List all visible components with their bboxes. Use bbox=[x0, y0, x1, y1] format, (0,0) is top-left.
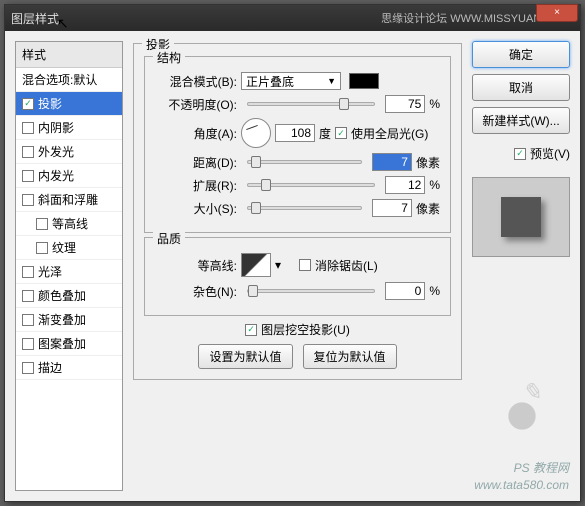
style-label: 颜色叠加 bbox=[38, 287, 86, 304]
style-item-12[interactable]: 描边 bbox=[16, 356, 122, 380]
style-item-3[interactable]: 外发光 bbox=[16, 140, 122, 164]
size-value[interactable]: 7 bbox=[372, 199, 412, 217]
style-checkbox[interactable] bbox=[22, 146, 34, 158]
structure-title: 结构 bbox=[153, 49, 185, 66]
style-checkbox[interactable]: ✓ bbox=[22, 98, 34, 110]
style-checkbox[interactable] bbox=[22, 170, 34, 182]
global-light-label: 使用全局光(G) bbox=[351, 125, 428, 142]
style-checkbox[interactable] bbox=[36, 242, 48, 254]
angle-value[interactable]: 108 bbox=[275, 124, 315, 142]
noise-label: 杂色(N): bbox=[155, 283, 237, 300]
style-label: 斜面和浮雕 bbox=[38, 191, 98, 208]
style-item-10[interactable]: 渐变叠加 bbox=[16, 308, 122, 332]
angle-dial[interactable] bbox=[241, 118, 271, 148]
distance-value[interactable]: 7 bbox=[372, 153, 412, 171]
quality-title: 品质 bbox=[153, 230, 185, 247]
opacity-label: 不透明度(O): bbox=[155, 96, 237, 113]
style-item-1[interactable]: ✓ 投影 bbox=[16, 92, 122, 116]
style-checkbox[interactable] bbox=[22, 266, 34, 278]
window-title: 图层样式 bbox=[11, 10, 381, 27]
size-slider[interactable] bbox=[247, 206, 362, 210]
blend-mode-combo[interactable]: 正片叠底▼ bbox=[241, 72, 341, 90]
contour-picker[interactable] bbox=[241, 253, 271, 277]
styles-list: 样式 混合选项:默认 ✓ 投影内阴影外发光内发光斜面和浮雕等高线纹理光泽颜色叠加渐变… bbox=[15, 41, 123, 491]
preview-label: 预览(V) bbox=[530, 145, 570, 162]
style-checkbox[interactable] bbox=[22, 194, 34, 206]
chevron-down-icon[interactable]: ▾ bbox=[275, 258, 281, 272]
opacity-slider[interactable] bbox=[247, 102, 375, 106]
blend-label: 混合模式(B): bbox=[155, 73, 237, 90]
antialias-label: 消除锯齿(L) bbox=[315, 257, 378, 274]
style-label: 图案叠加 bbox=[38, 335, 86, 352]
style-item-9[interactable]: 颜色叠加 bbox=[16, 284, 122, 308]
style-checkbox[interactable] bbox=[22, 290, 34, 302]
close-button[interactable]: × bbox=[536, 4, 578, 22]
distance-slider[interactable] bbox=[247, 160, 362, 164]
watermark: ✎ PS 教程网 www.tata580.com bbox=[474, 376, 569, 494]
preview-area bbox=[472, 177, 570, 257]
global-light-checkbox[interactable]: ✓ bbox=[335, 127, 347, 139]
opacity-value[interactable]: 75 bbox=[385, 95, 425, 113]
style-item-6[interactable]: 等高线 bbox=[16, 212, 122, 236]
noise-value[interactable]: 0 bbox=[385, 282, 425, 300]
knockout-label: 图层挖空投影(U) bbox=[261, 321, 350, 338]
antialias-checkbox[interactable] bbox=[299, 259, 311, 271]
knockout-checkbox[interactable]: ✓ bbox=[245, 324, 257, 336]
style-label: 内阴影 bbox=[38, 119, 74, 136]
new-style-button[interactable]: 新建样式(W)... bbox=[472, 107, 570, 134]
style-label: 投影 bbox=[38, 95, 62, 112]
contour-label: 等高线: bbox=[155, 257, 237, 274]
style-item-4[interactable]: 内发光 bbox=[16, 164, 122, 188]
ok-button[interactable]: 确定 bbox=[472, 41, 570, 68]
set-default-button[interactable]: 设置为默认值 bbox=[198, 344, 292, 369]
style-label: 描边 bbox=[38, 359, 62, 376]
style-checkbox[interactable] bbox=[22, 362, 34, 374]
chevron-down-icon: ▼ bbox=[327, 76, 336, 86]
style-checkbox[interactable] bbox=[22, 338, 34, 350]
style-label: 外发光 bbox=[38, 143, 74, 160]
spread-slider[interactable] bbox=[247, 183, 375, 187]
style-label: 内发光 bbox=[38, 167, 74, 184]
style-label: 光泽 bbox=[38, 263, 62, 280]
preview-checkbox[interactable]: ✓ bbox=[514, 148, 526, 160]
reset-default-button[interactable]: 复位为默认值 bbox=[303, 344, 397, 369]
style-label: 渐变叠加 bbox=[38, 311, 86, 328]
styles-header: 样式 bbox=[16, 42, 122, 68]
style-item-2[interactable]: 内阴影 bbox=[16, 116, 122, 140]
noise-slider[interactable] bbox=[247, 289, 375, 293]
style-checkbox[interactable] bbox=[22, 314, 34, 326]
settings-panel: 投影 结构 混合模式(B): 正片叠底▼ 不透明度(O): 75 % 角度(A)… bbox=[131, 41, 464, 491]
style-item-11[interactable]: 图案叠加 bbox=[16, 332, 122, 356]
style-item-8[interactable]: 光泽 bbox=[16, 260, 122, 284]
distance-label: 距离(D): bbox=[155, 154, 237, 171]
style-label: 等高线 bbox=[52, 215, 88, 232]
cancel-button[interactable]: 取消 bbox=[472, 74, 570, 101]
style-item-0[interactable]: 混合选项:默认 bbox=[16, 68, 122, 92]
style-item-7[interactable]: 纹理 bbox=[16, 236, 122, 260]
titlebar[interactable]: 图层样式 思缘设计论坛 WWW.MISSYUAN.COM × bbox=[5, 5, 580, 31]
style-checkbox[interactable] bbox=[22, 122, 34, 134]
preview-swatch bbox=[501, 197, 541, 237]
spread-value[interactable]: 12 bbox=[385, 176, 425, 194]
size-label: 大小(S): bbox=[155, 200, 237, 217]
angle-label: 角度(A): bbox=[155, 125, 237, 142]
style-label: 混合选项:默认 bbox=[22, 71, 97, 88]
style-label: 纹理 bbox=[52, 239, 76, 256]
spread-label: 扩展(R): bbox=[155, 177, 237, 194]
style-item-5[interactable]: 斜面和浮雕 bbox=[16, 188, 122, 212]
color-swatch[interactable] bbox=[349, 73, 379, 89]
style-checkbox[interactable] bbox=[36, 218, 48, 230]
